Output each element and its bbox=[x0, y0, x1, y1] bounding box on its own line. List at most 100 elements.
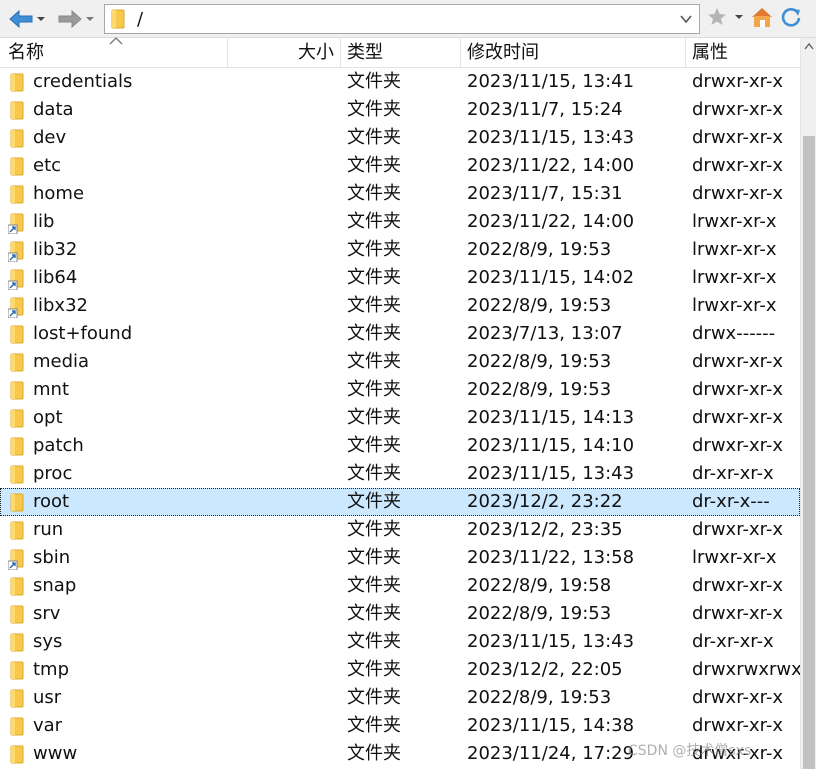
file-name: lib64 bbox=[33, 267, 78, 288]
file-modified: 2022/8/9, 19:53 bbox=[467, 603, 612, 624]
file-list: credentials 文件夹 2023/11/15, 13:41 drwxr-xr-… bbox=[0, 68, 800, 768]
folder-icon bbox=[8, 324, 26, 346]
file-name: libx32 bbox=[33, 295, 88, 316]
file-attributes: drwxr-xr-x bbox=[692, 407, 783, 428]
path-input[interactable]: / bbox=[104, 4, 700, 34]
file-type: 文件夹 bbox=[347, 435, 401, 456]
column-size[interactable]: 大小 bbox=[228, 38, 341, 68]
file-type: 文件夹 bbox=[347, 295, 401, 316]
file-type: 文件夹 bbox=[347, 99, 401, 120]
refresh-icon[interactable] bbox=[780, 6, 802, 28]
file-name: media bbox=[33, 351, 90, 372]
table-row[interactable]: proc 文件夹 2023/11/15, 13:43 dr-xr-xr-x bbox=[0, 460, 800, 488]
table-row[interactable]: mnt 文件夹 2022/8/9, 19:53 drwxr-xr-x bbox=[0, 376, 800, 404]
file-type: 文件夹 bbox=[347, 127, 401, 148]
folder-icon bbox=[8, 576, 26, 598]
file-name: run bbox=[33, 519, 64, 540]
file-type: 文件夹 bbox=[347, 519, 401, 540]
table-row[interactable]: var 文件夹 2023/11/15, 14:38 drwxr-xr-x bbox=[0, 712, 800, 740]
file-name: sys bbox=[33, 631, 63, 652]
folder-link-icon bbox=[8, 212, 26, 234]
star-icon[interactable] bbox=[706, 6, 728, 28]
folder-icon bbox=[8, 520, 26, 542]
folder-icon bbox=[8, 744, 26, 766]
back-button[interactable] bbox=[8, 6, 46, 32]
table-row[interactable]: dev 文件夹 2023/11/15, 13:43 drwxr-xr-x bbox=[0, 124, 800, 152]
file-name: opt bbox=[33, 407, 63, 428]
file-name: sbin bbox=[33, 547, 71, 568]
file-type: 文件夹 bbox=[347, 463, 401, 484]
file-modified: 2023/11/22, 14:00 bbox=[467, 211, 635, 232]
forward-button[interactable] bbox=[57, 6, 95, 32]
chevron-down-icon[interactable] bbox=[734, 12, 744, 22]
table-row[interactable]: home 文件夹 2023/11/7, 15:31 drwxr-xr-x bbox=[0, 180, 800, 208]
table-row[interactable]: tmp 文件夹 2023/12/2, 22:05 drwxrwxrwx bbox=[0, 656, 800, 684]
file-attributes: dr-xr-xr-x bbox=[692, 463, 774, 484]
file-name: var bbox=[33, 715, 63, 736]
arrow-left-icon bbox=[9, 9, 33, 29]
table-row[interactable]: snap 文件夹 2022/8/9, 19:58 drwxr-xr-x bbox=[0, 572, 800, 600]
file-attributes: drwxr-xr-x bbox=[692, 127, 783, 148]
file-name: snap bbox=[33, 575, 77, 596]
file-type: 文件夹 bbox=[347, 491, 401, 512]
scroll-up-icon[interactable] bbox=[804, 42, 814, 50]
file-modified: 2022/8/9, 19:53 bbox=[467, 351, 612, 372]
file-attributes: drwxr-xr-x bbox=[692, 575, 783, 596]
file-type: 文件夹 bbox=[347, 71, 401, 92]
table-row[interactable]: run 文件夹 2023/12/2, 23:35 drwxr-xr-x bbox=[0, 516, 800, 544]
table-row[interactable]: media 文件夹 2022/8/9, 19:53 drwxr-xr-x bbox=[0, 348, 800, 376]
file-modified: 2022/8/9, 19:53 bbox=[467, 239, 612, 260]
chevron-down-icon[interactable] bbox=[679, 12, 693, 26]
file-modified: 2023/11/7, 15:31 bbox=[467, 183, 623, 204]
file-type: 文件夹 bbox=[347, 155, 401, 176]
table-row[interactable]: srv 文件夹 2022/8/9, 19:53 drwxr-xr-x bbox=[0, 600, 800, 628]
vertical-scrollbar[interactable] bbox=[800, 38, 816, 769]
table-row[interactable]: lib32 文件夹 2022/8/9, 19:53 lrwxr-xr-x bbox=[0, 236, 800, 264]
file-type: 文件夹 bbox=[347, 547, 401, 568]
scroll-thumb[interactable] bbox=[803, 136, 815, 769]
file-modified: 2023/12/2, 23:35 bbox=[467, 519, 623, 540]
table-row[interactable]: patch 文件夹 2023/11/15, 14:10 drwxr-xr-x bbox=[0, 432, 800, 460]
column-attr[interactable]: 属性 bbox=[686, 38, 800, 68]
file-name: patch bbox=[33, 435, 84, 456]
table-row[interactable]: credentials 文件夹 2023/11/15, 13:41 drwxr-xr-… bbox=[0, 68, 800, 96]
table-row[interactable]: data 文件夹 2023/11/7, 15:24 drwxr-xr-x bbox=[0, 96, 800, 124]
file-type: 文件夹 bbox=[347, 239, 401, 260]
file-modified: 2023/11/15, 14:10 bbox=[467, 435, 635, 456]
folder-icon bbox=[8, 660, 26, 682]
table-row[interactable]: libx32 文件夹 2022/8/9, 19:53 lrwxr-xr-x bbox=[0, 292, 800, 320]
table-row[interactable]: root 文件夹 2023/12/2, 23:22 dr-xr-x--- bbox=[0, 488, 800, 516]
file-attributes: drwxr-xr-x bbox=[692, 155, 783, 176]
file-name: usr bbox=[33, 687, 62, 708]
column-modified[interactable]: 修改时间 bbox=[461, 38, 686, 68]
file-name: home bbox=[33, 183, 85, 204]
table-row[interactable]: sbin 文件夹 2023/11/22, 13:58 lrwxr-xr-x bbox=[0, 544, 800, 572]
file-modified: 2023/11/15, 14:02 bbox=[467, 267, 635, 288]
table-row[interactable]: lib64 文件夹 2023/11/15, 14:02 lrwxr-xr-x bbox=[0, 264, 800, 292]
file-name: credentials bbox=[33, 71, 133, 92]
file-modified: 2023/11/7, 15:24 bbox=[467, 99, 623, 120]
file-modified: 2022/8/9, 19:53 bbox=[467, 379, 612, 400]
table-row[interactable]: lost+found 文件夹 2023/7/13, 13:07 drwx------ bbox=[0, 320, 800, 348]
file-attributes: drwxr-xr-x bbox=[692, 687, 783, 708]
file-modified: 2022/8/9, 19:53 bbox=[467, 295, 612, 316]
file-name: tmp bbox=[33, 659, 70, 680]
file-attributes: drwxr-xr-x bbox=[692, 351, 783, 372]
file-modified: 2022/8/9, 19:58 bbox=[467, 575, 612, 596]
table-row[interactable]: etc 文件夹 2023/11/22, 14:00 drwxr-xr-x bbox=[0, 152, 800, 180]
file-type: 文件夹 bbox=[347, 407, 401, 428]
table-row[interactable]: opt 文件夹 2023/11/15, 14:13 drwxr-xr-x bbox=[0, 404, 800, 432]
chevron-down-icon bbox=[86, 17, 94, 21]
table-row[interactable]: usr 文件夹 2022/8/9, 19:53 drwxr-xr-x bbox=[0, 684, 800, 712]
file-attributes: drwxr-xr-x bbox=[692, 715, 783, 736]
table-row[interactable]: sys 文件夹 2023/11/15, 13:43 dr-xr-xr-x bbox=[0, 628, 800, 656]
folder-link-icon bbox=[8, 240, 26, 262]
column-name[interactable]: 名称 bbox=[0, 37, 228, 68]
folder-icon bbox=[8, 72, 26, 94]
column-size-label: 大小 bbox=[298, 42, 334, 63]
home-icon[interactable] bbox=[750, 6, 774, 28]
table-row[interactable]: lib 文件夹 2023/11/22, 14:00 lrwxr-xr-x bbox=[0, 208, 800, 236]
column-type[interactable]: 类型 bbox=[341, 38, 461, 68]
file-type: 文件夹 bbox=[347, 267, 401, 288]
file-modified: 2023/11/22, 14:00 bbox=[467, 155, 635, 176]
